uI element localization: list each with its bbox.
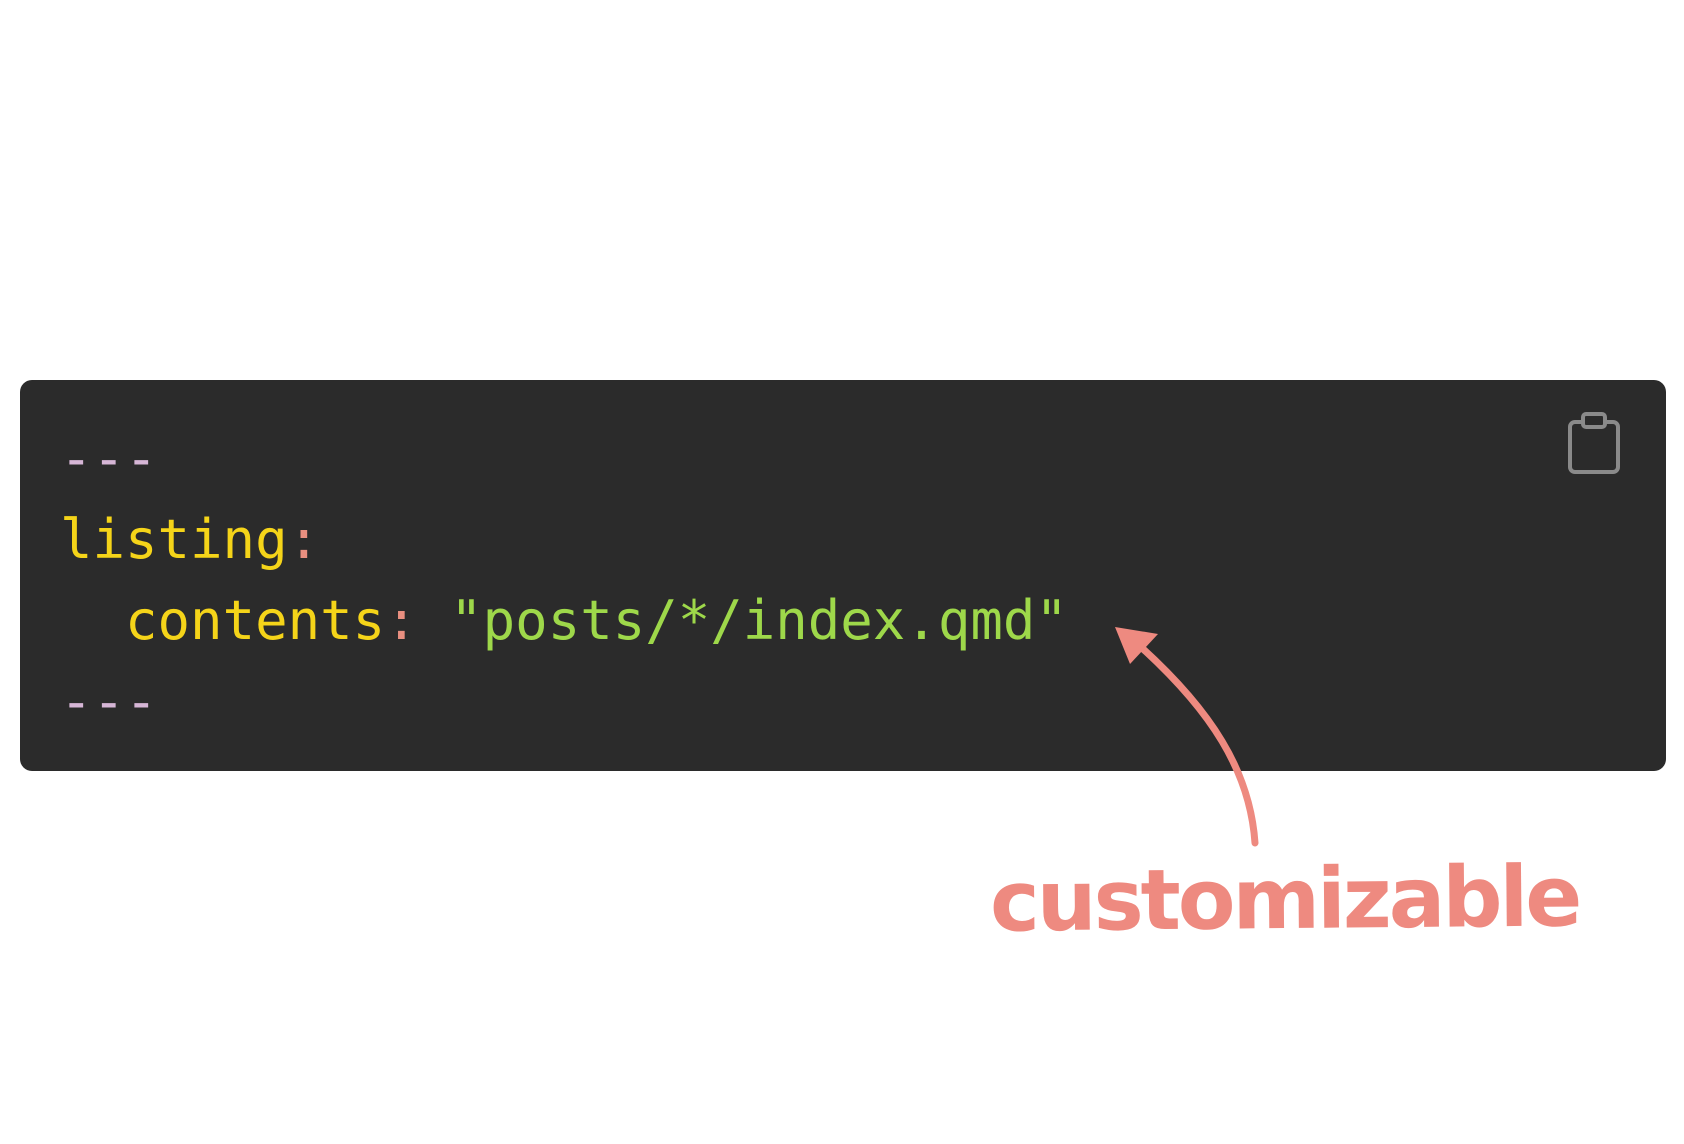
code-line-frontmatter-open: --- — [60, 418, 1068, 499]
clipboard-icon — [1568, 412, 1620, 474]
code-block: --- listing: contents: "posts/*/index.qmd… — [20, 380, 1666, 771]
copy-button[interactable] — [1564, 410, 1624, 476]
yaml-key-listing: listing — [60, 508, 288, 571]
yaml-key-contents: contents — [125, 589, 386, 652]
frontmatter-delimiter: --- — [60, 670, 158, 733]
annotation-label: customizable — [989, 847, 1580, 951]
yaml-colon: : — [287, 508, 321, 571]
code-line-listing: listing: — [60, 499, 1068, 580]
code-line-frontmatter-close: --- — [60, 661, 1068, 742]
yaml-colon: : — [385, 589, 418, 652]
frontmatter-delimiter: --- — [60, 427, 158, 490]
yaml-string-value: "posts/*/index.qmd" — [450, 589, 1068, 652]
code-content: --- listing: contents: "posts/*/index.qmd… — [60, 418, 1068, 742]
code-line-contents: contents: "posts/*/index.qmd" — [60, 580, 1068, 661]
